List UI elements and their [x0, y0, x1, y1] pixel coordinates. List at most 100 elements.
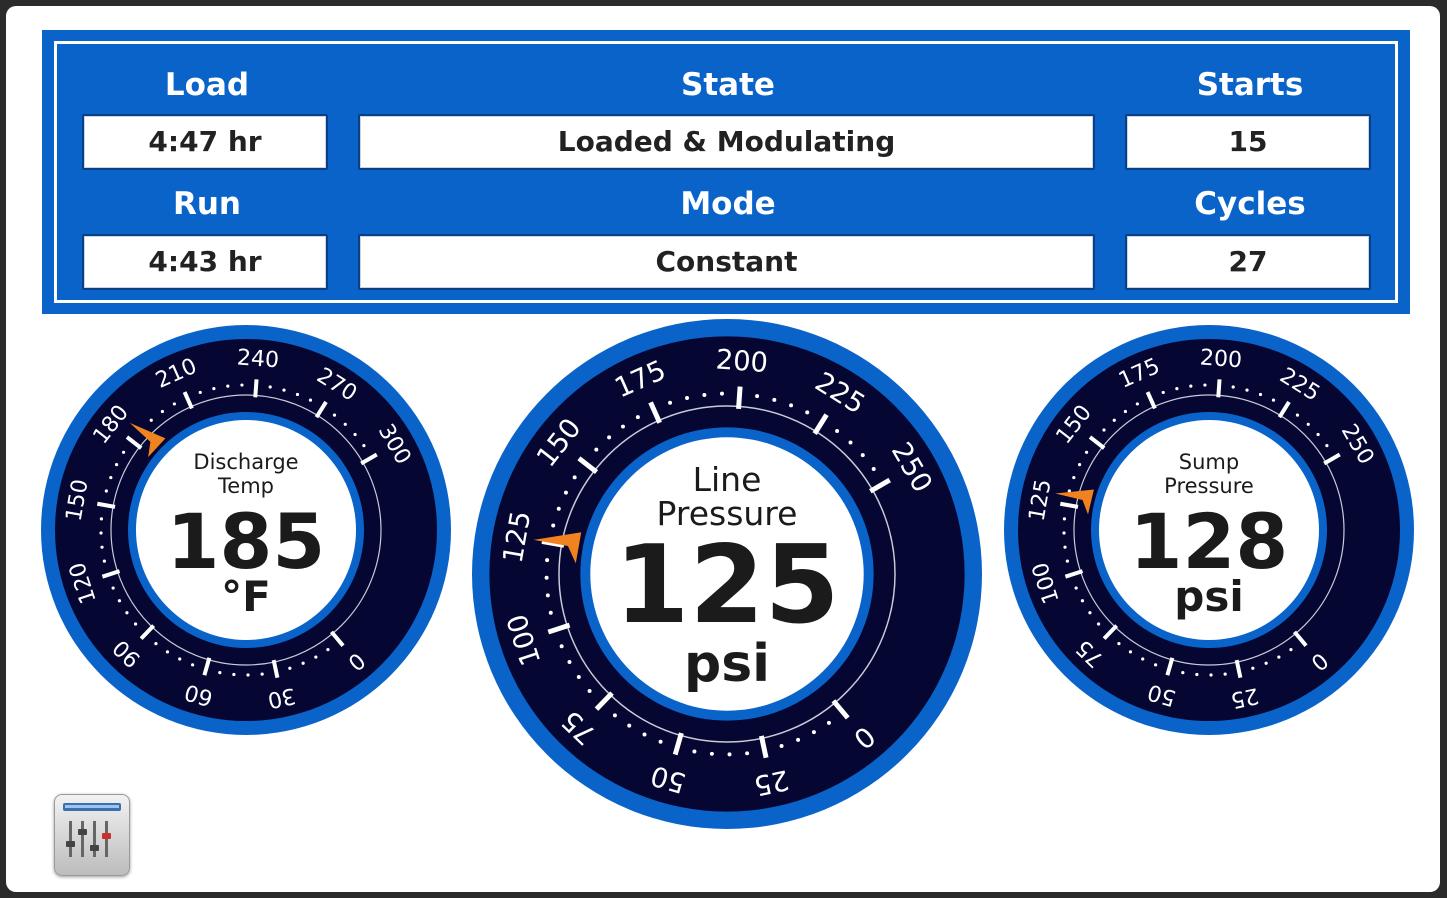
minor-tick-dot [692, 749, 697, 754]
hmi-screen: Load State Starts 4:47 hr Loaded & Modul… [6, 6, 1440, 892]
minor-tick-dot [627, 723, 632, 728]
load-value: 4:47 hr [82, 114, 328, 170]
major-tick [253, 379, 259, 398]
sump-pressure-title: Sump Pressure [1003, 450, 1415, 498]
minor-tick-dot [658, 739, 663, 744]
cycles-value: 27 [1125, 234, 1371, 290]
minor-tick-dot [642, 732, 647, 737]
discharge-temp-unit: °F [221, 572, 271, 621]
tick-label: 240 [236, 345, 280, 373]
minor-tick-dot [1161, 390, 1165, 395]
line-pressure-unit: psi [684, 634, 770, 694]
load-label: Load [164, 67, 250, 103]
mode-label: Mode [680, 186, 776, 222]
major-tick [1216, 379, 1222, 398]
minor-tick-dot [1102, 428, 1106, 432]
mixer-settings-icon-graphic [63, 803, 121, 857]
minor-tick-dot [755, 394, 760, 399]
minor-tick-dot [172, 402, 176, 406]
minor-tick-dot [1203, 383, 1207, 387]
minor-tick-dot [1189, 384, 1193, 388]
minor-tick-dot [1223, 672, 1227, 676]
minor-tick-dot [668, 400, 673, 405]
minor-tick-dot [1181, 671, 1185, 675]
line-pressure-gauge: 0 25 50 75 100 125 150 175 200 225 250 Line Pressu… [471, 318, 983, 830]
starts-label: Starts [1196, 67, 1304, 103]
line-pressure-title: Line Pressure [471, 463, 983, 531]
minor-tick-dot [635, 415, 640, 420]
tick-label: 200 [715, 344, 769, 379]
minor-tick-dot [133, 622, 138, 626]
sump-pressure-gauge: 0 25 50 75 100 125 150 175 200 225 250 Sump Pressu… [1003, 324, 1415, 736]
discharge-title-line1: Discharge [193, 450, 299, 474]
minor-tick-dot [805, 410, 810, 415]
minor-tick-dot [612, 713, 617, 718]
minor-tick-dot [212, 387, 216, 391]
minor-tick-dot [295, 392, 300, 397]
discharge-temp-value: 185 [166, 497, 326, 586]
minor-tick-dot [149, 418, 153, 422]
minor-tick-dot [362, 443, 366, 448]
minor-tick-dot [353, 432, 357, 437]
minor-tick-dot [621, 424, 625, 429]
minor-tick-dot [198, 390, 202, 395]
starts-value: 15 [1125, 114, 1371, 170]
minor-tick-dot [332, 413, 337, 417]
minor-tick-dot [160, 409, 165, 414]
minor-tick-dot [314, 655, 318, 659]
minor-tick-dot [1306, 422, 1310, 426]
line-pressure-value: 125 [614, 523, 840, 648]
sump-pressure-value: 128 [1129, 497, 1289, 586]
minor-tick-dot [796, 737, 801, 742]
sump-title-line1: Sump [1178, 450, 1240, 474]
minor-tick-dot [308, 398, 313, 402]
minor-tick-dot [1141, 657, 1145, 661]
minor-tick-dot [860, 453, 865, 458]
minor-tick-dot [226, 384, 230, 388]
minor-tick-dot [1289, 648, 1293, 652]
minor-tick-dot [702, 392, 707, 397]
minor-tick-dot [301, 661, 305, 665]
minor-tick-dot [719, 391, 724, 396]
minor-tick-dot [1295, 413, 1300, 417]
discharge-temp-title: Discharge Temp [40, 450, 452, 498]
minor-tick-dot [1128, 650, 1133, 654]
minor-tick-dot [1231, 385, 1235, 389]
minor-tick-dot [1154, 663, 1158, 667]
minor-tick-dot [1195, 672, 1199, 677]
major-tick [736, 386, 743, 410]
minor-tick-dot [1135, 402, 1139, 406]
minor-tick-dot [268, 385, 272, 389]
sump-pressure-unit: psi [1174, 572, 1244, 621]
minor-tick-dot [1325, 443, 1329, 448]
minor-tick-dot [246, 673, 250, 677]
minor-tick-dot [326, 648, 330, 652]
discharge-temp-gauge: 0 30 60 90 120 150 180 210 240 270 300 Discharge T… [40, 324, 452, 736]
mixer-settings-icon[interactable] [54, 794, 130, 876]
cycles-label: Cycles [1194, 186, 1306, 222]
minor-tick-dot [779, 744, 784, 748]
minor-tick-dot [1209, 673, 1213, 677]
minor-tick-dot [288, 666, 292, 670]
minor-tick-dot [191, 663, 195, 667]
minor-tick-dot [282, 388, 286, 392]
minor-tick-dot [848, 440, 853, 445]
minor-tick-dot [745, 751, 750, 756]
line-title-line1: Line [692, 460, 762, 499]
minor-tick-dot [789, 403, 794, 408]
minor-tick-dot [1251, 666, 1255, 670]
minor-tick-dot [1123, 409, 1128, 414]
minor-tick-dot [1096, 622, 1101, 626]
minor-tick-dot [218, 671, 222, 675]
minor-tick-dot [607, 435, 612, 440]
tick-label: 200 [1199, 345, 1243, 373]
minor-tick-dot [1316, 432, 1320, 437]
minor-tick-dot [178, 657, 182, 661]
minor-tick-dot [685, 396, 690, 401]
minor-tick-dot [1175, 387, 1179, 391]
minor-tick-dot [1117, 642, 1121, 646]
minor-tick-dot [260, 672, 264, 676]
minor-tick-dot [811, 730, 816, 735]
minor-tick-dot [835, 429, 840, 434]
minor-tick-dot [1271, 398, 1276, 402]
